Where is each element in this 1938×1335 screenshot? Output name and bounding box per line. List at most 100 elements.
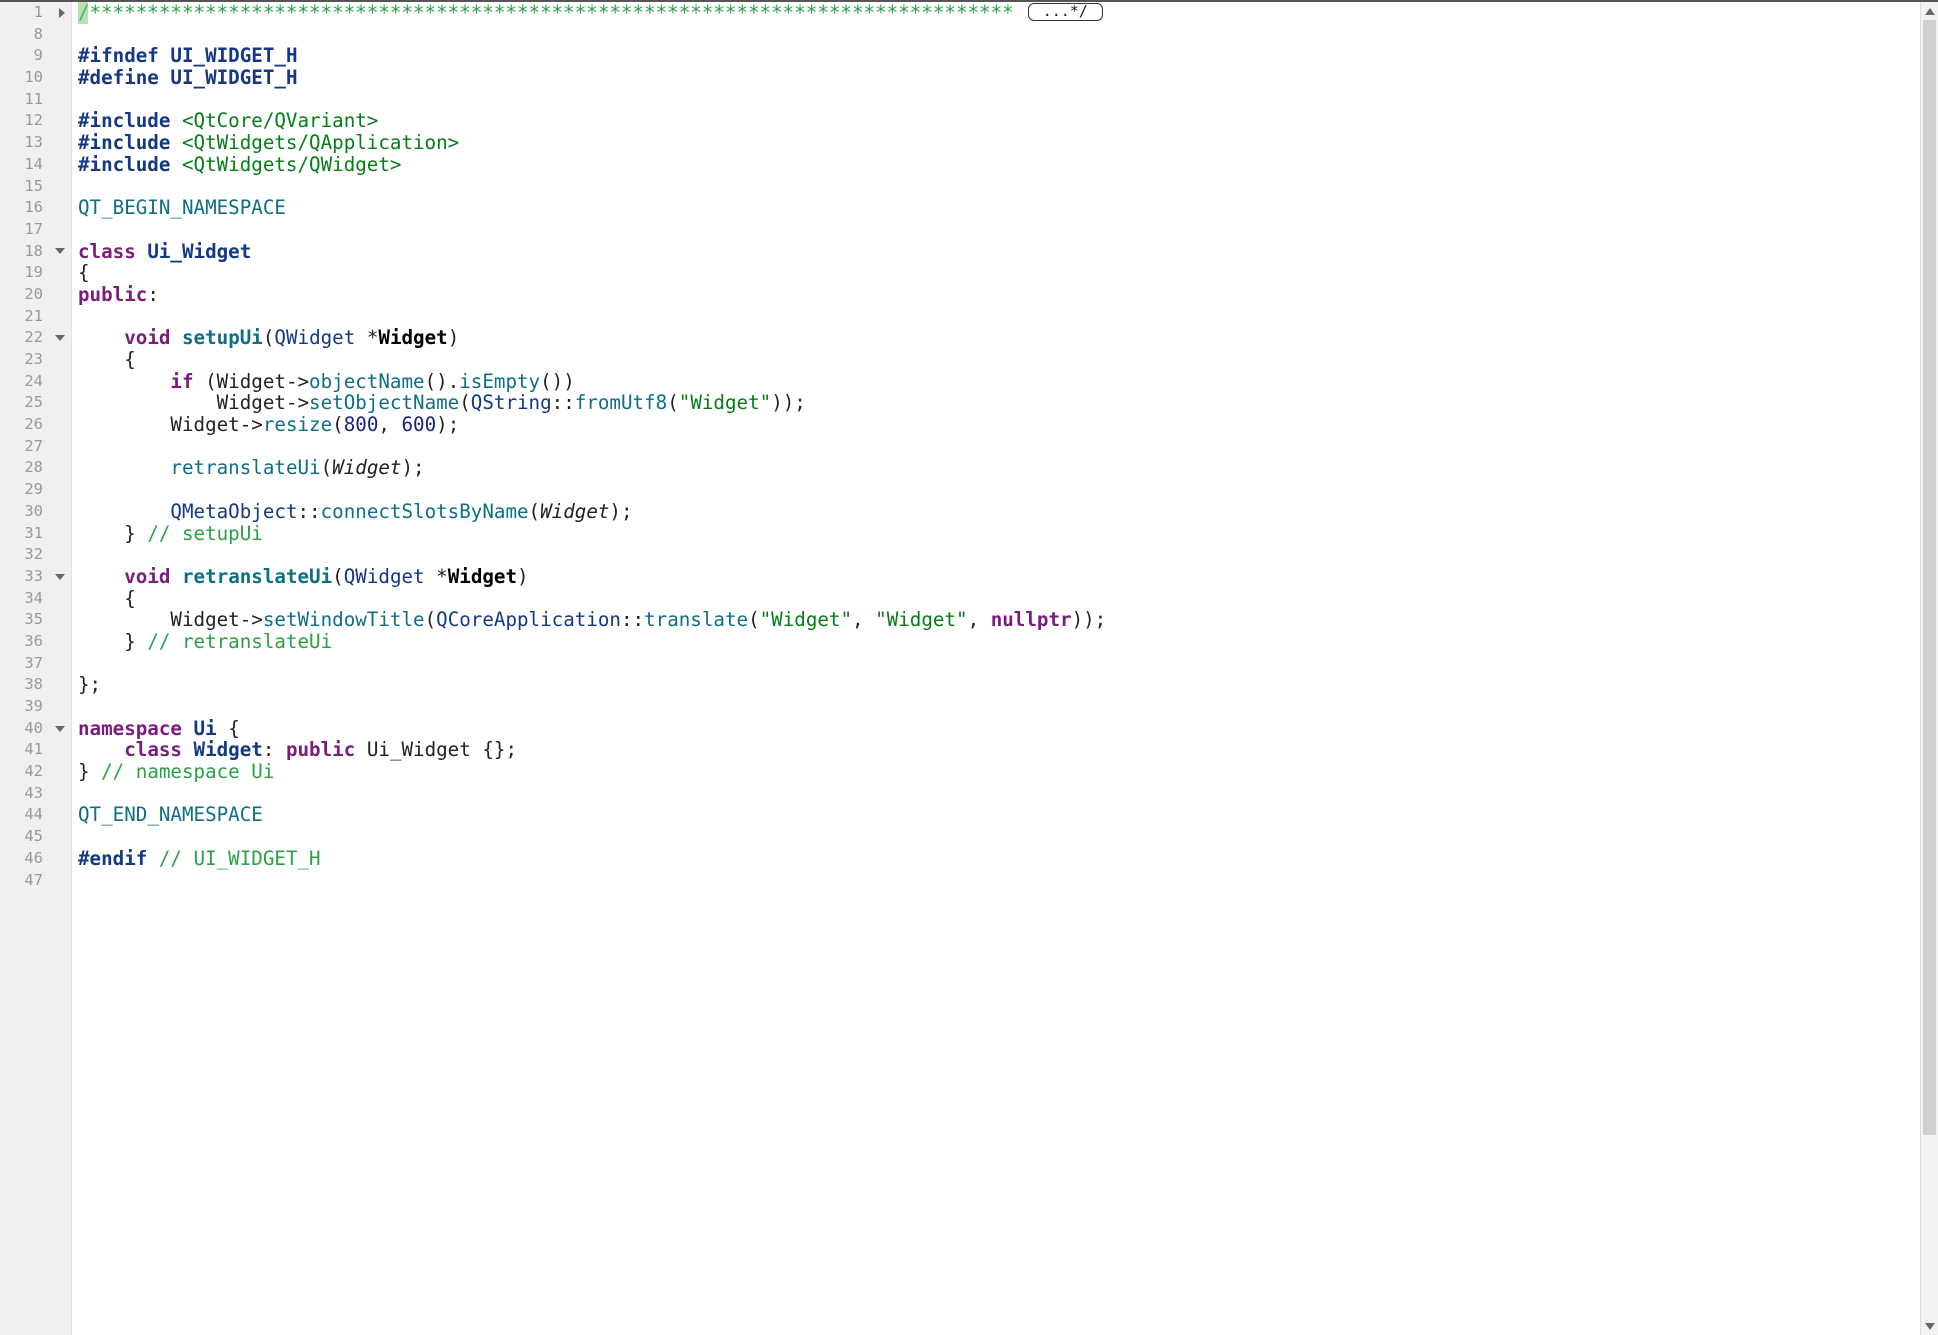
fold-expanded-icon[interactable] <box>55 335 65 341</box>
line-number[interactable]: 20 <box>0 284 71 306</box>
code-line[interactable]: Widget->setObjectName(QString::fromUtf8(… <box>78 392 1938 414</box>
line-number[interactable]: 11 <box>0 89 71 111</box>
line-number[interactable]: 38 <box>0 674 71 696</box>
line-number[interactable]: 13 <box>0 132 71 154</box>
code-line[interactable] <box>78 653 1938 675</box>
code-line[interactable]: void setupUi(QWidget *Widget) <box>78 327 1938 349</box>
code-line[interactable]: namespace Ui { <box>78 718 1938 740</box>
code-line[interactable]: #endif // UI_WIDGET_H <box>78 848 1938 870</box>
line-number[interactable]: 15 <box>0 176 71 198</box>
fold-expanded-icon[interactable] <box>55 574 65 580</box>
code-line[interactable]: void retranslateUi(QWidget *Widget) <box>78 566 1938 588</box>
line-number[interactable]: 42 <box>0 761 71 783</box>
code-line[interactable]: class Widget: public Ui_Widget {}; <box>78 739 1938 761</box>
code-line[interactable] <box>78 479 1938 501</box>
code-line[interactable] <box>78 24 1938 46</box>
line-number[interactable]: 40 <box>0 718 71 740</box>
line-number[interactable]: 31 <box>0 523 71 545</box>
line-number[interactable]: 33 <box>0 566 71 588</box>
line-number[interactable]: 39 <box>0 696 71 718</box>
line-number[interactable]: 30 <box>0 501 71 523</box>
line-number[interactable]: 18 <box>0 241 71 263</box>
code-line[interactable] <box>78 696 1938 718</box>
code-line[interactable]: }; <box>78 674 1938 696</box>
fold-collapsed-icon[interactable] <box>59 8 65 18</box>
code-token: Ui_Widget <box>147 241 251 263</box>
line-number[interactable]: 23 <box>0 349 71 371</box>
line-number[interactable]: 44 <box>0 804 71 826</box>
code-area[interactable]: /***************************************… <box>72 2 1938 1335</box>
fold-expanded-icon[interactable] <box>55 248 65 254</box>
line-number[interactable]: 37 <box>0 653 71 675</box>
code-line[interactable]: #include <QtCore/QVariant> <box>78 110 1938 132</box>
line-number[interactable]: 12 <box>0 110 71 132</box>
code-line[interactable]: #include <QtWidgets/QApplication> <box>78 132 1938 154</box>
fold-expanded-icon[interactable] <box>55 726 65 732</box>
code-line[interactable]: { <box>78 588 1938 610</box>
line-number[interactable]: 43 <box>0 783 71 805</box>
code-line[interactable]: /***************************************… <box>78 2 1938 24</box>
line-number[interactable]: 32 <box>0 544 71 566</box>
code-line[interactable]: } // retranslateUi <box>78 631 1938 653</box>
line-number[interactable]: 10 <box>0 67 71 89</box>
code-line[interactable]: Widget->setWindowTitle(QCoreApplication:… <box>78 609 1938 631</box>
code-line[interactable] <box>78 544 1938 566</box>
line-number[interactable]: 19 <box>0 262 71 284</box>
code-line[interactable]: #define UI_WIDGET_H <box>78 67 1938 89</box>
code-token: 600 <box>401 414 436 436</box>
scroll-up-button[interactable] <box>1921 2 1938 20</box>
line-number[interactable]: 28 <box>0 457 71 479</box>
line-number[interactable]: 14 <box>0 154 71 176</box>
code-line[interactable]: #include <QtWidgets/QWidget> <box>78 154 1938 176</box>
line-number[interactable]: 25 <box>0 392 71 414</box>
line-number[interactable]: 8 <box>0 24 71 46</box>
code-line[interactable]: retranslateUi(Widget); <box>78 457 1938 479</box>
code-line[interactable] <box>78 783 1938 805</box>
code-line[interactable]: QT_END_NAMESPACE <box>78 804 1938 826</box>
fold-placeholder-badge[interactable]: ...*/ <box>1028 3 1103 21</box>
line-number[interactable]: 24 <box>0 371 71 393</box>
code-line[interactable] <box>78 89 1938 111</box>
line-number[interactable]: 22 <box>0 327 71 349</box>
code-line[interactable]: } // setupUi <box>78 523 1938 545</box>
line-number[interactable]: 9 <box>0 45 71 67</box>
code-token: } <box>78 761 101 783</box>
line-number[interactable]: 34 <box>0 588 71 610</box>
code-line[interactable]: QMetaObject::connectSlotsByName(Widget); <box>78 501 1938 523</box>
line-number[interactable]: 26 <box>0 414 71 436</box>
code-line[interactable] <box>78 176 1938 198</box>
line-number[interactable]: 1 <box>0 2 71 24</box>
line-number[interactable]: 36 <box>0 631 71 653</box>
code-line[interactable]: { <box>78 262 1938 284</box>
line-number[interactable]: 17 <box>0 219 71 241</box>
line-number[interactable]: 29 <box>0 479 71 501</box>
line-number-gutter[interactable]: 1891011121314151617181920212223242526272… <box>0 2 72 1335</box>
line-number[interactable]: 27 <box>0 436 71 458</box>
code-line[interactable]: if (Widget->objectName().isEmpty()) <box>78 371 1938 393</box>
code-line[interactable]: public: <box>78 284 1938 306</box>
line-number[interactable]: 21 <box>0 306 71 328</box>
code-line[interactable]: } // namespace Ui <box>78 761 1938 783</box>
code-line[interactable]: Widget->resize(800, 600); <box>78 414 1938 436</box>
code-editor[interactable]: 1891011121314151617181920212223242526272… <box>0 0 1938 1335</box>
code-line[interactable] <box>78 870 1938 892</box>
code-line[interactable]: class Ui_Widget <box>78 241 1938 263</box>
line-number[interactable]: 16 <box>0 197 71 219</box>
code-line[interactable] <box>78 306 1938 328</box>
code-line[interactable] <box>78 436 1938 458</box>
code-line[interactable]: #ifndef UI_WIDGET_H <box>78 45 1938 67</box>
line-number[interactable]: 41 <box>0 739 71 761</box>
line-number[interactable]: 46 <box>0 848 71 870</box>
scrollbar-track[interactable] <box>1921 20 1938 1317</box>
code-token: Ui <box>194 718 217 740</box>
code-line[interactable] <box>78 826 1938 848</box>
line-number[interactable]: 45 <box>0 826 71 848</box>
code-line[interactable]: QT_BEGIN_NAMESPACE <box>78 197 1938 219</box>
line-number[interactable]: 47 <box>0 870 71 892</box>
line-number[interactable]: 35 <box>0 609 71 631</box>
scrollbar-thumb[interactable] <box>1923 20 1936 1135</box>
code-line[interactable]: { <box>78 349 1938 371</box>
code-line[interactable] <box>78 219 1938 241</box>
scroll-down-button[interactable] <box>1921 1317 1938 1335</box>
vertical-scrollbar[interactable] <box>1920 2 1938 1335</box>
